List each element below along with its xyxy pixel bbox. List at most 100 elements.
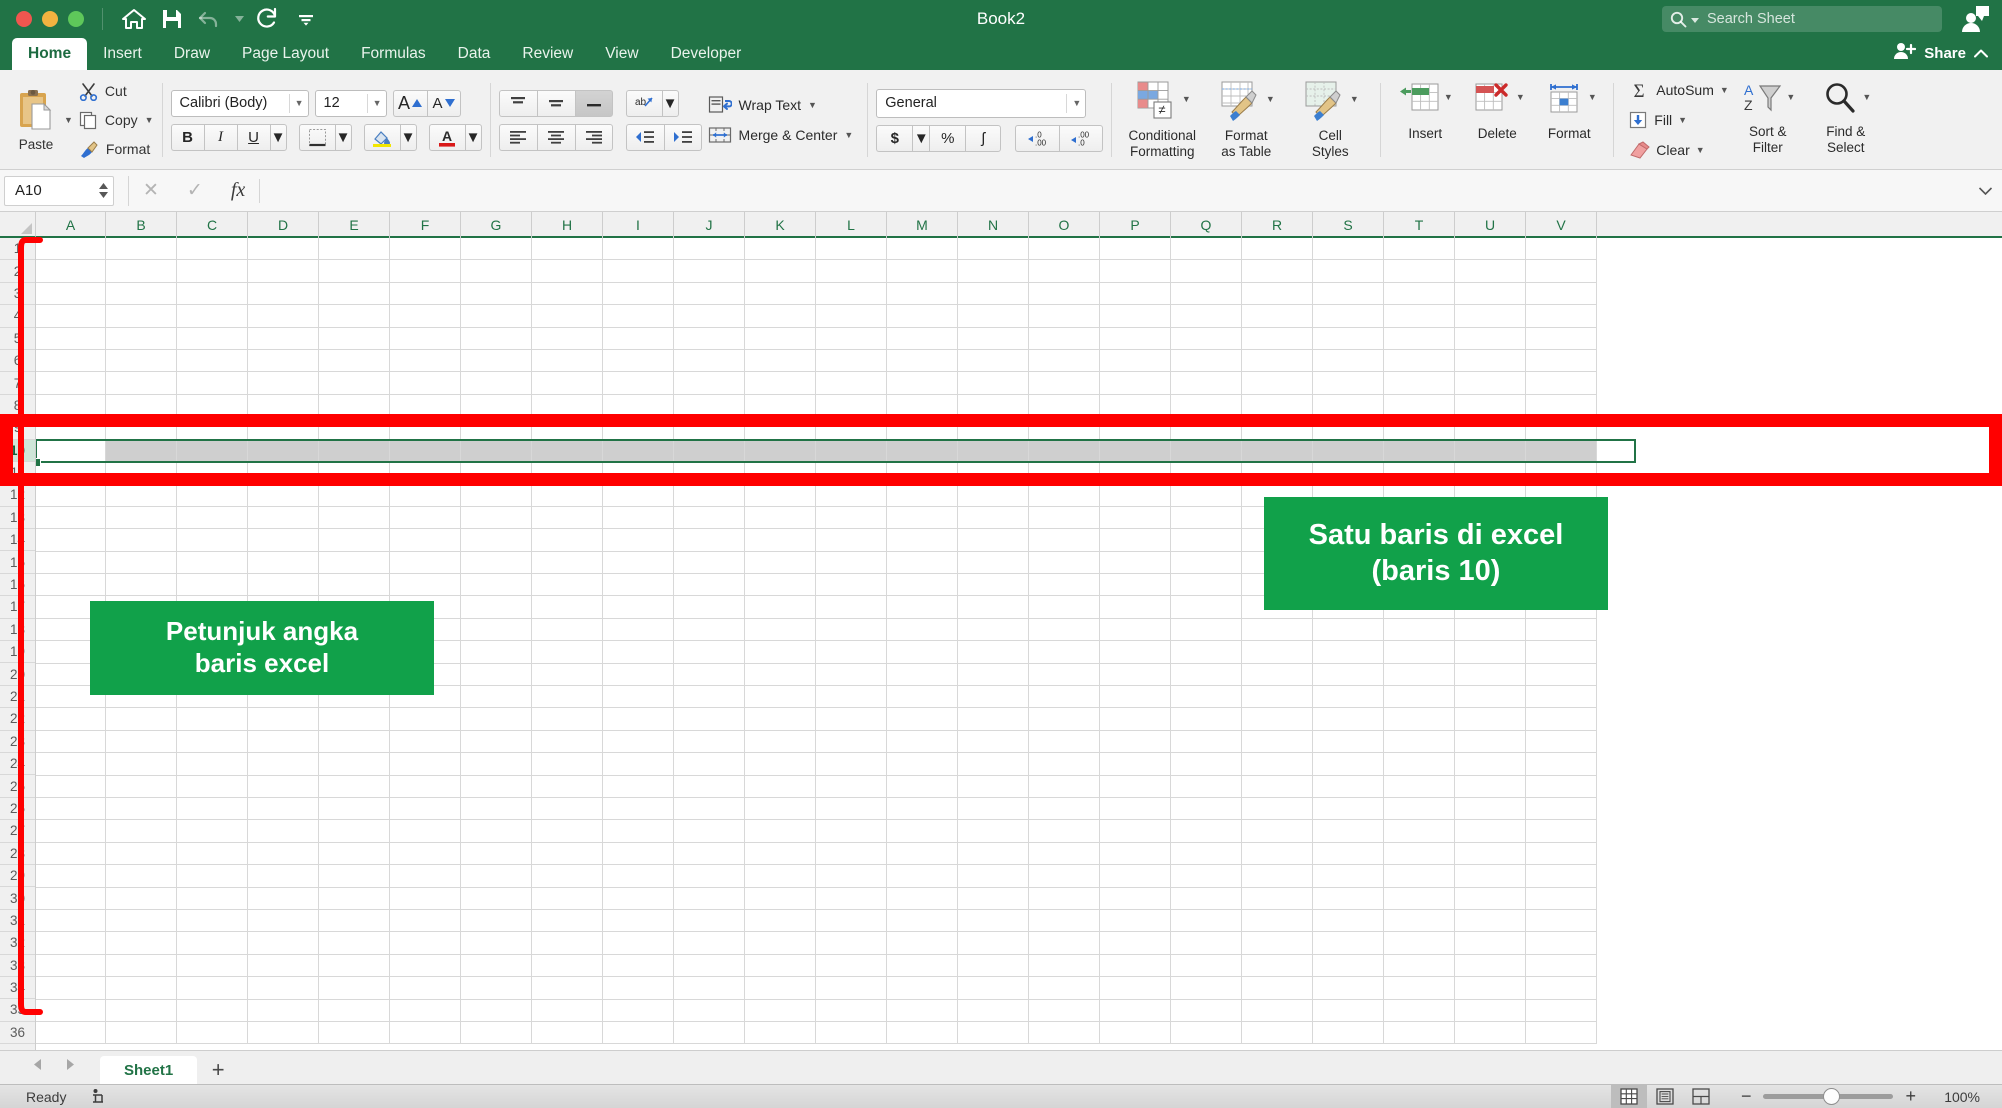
cell-E5[interactable] [319, 327, 390, 350]
cell-L30[interactable] [816, 887, 887, 910]
cell-L2[interactable] [816, 260, 887, 283]
cell-U8[interactable] [1455, 394, 1526, 418]
cell-L12[interactable] [816, 484, 887, 507]
cell-M33[interactable] [887, 954, 958, 978]
cell-K7[interactable] [745, 372, 816, 395]
cell-J5[interactable] [674, 327, 745, 350]
cell-D8[interactable] [248, 394, 319, 418]
cell-K36[interactable] [745, 1022, 816, 1045]
cell-I20[interactable] [603, 663, 674, 686]
wrap-text-button[interactable]: Wrap Text ▼ [708, 95, 854, 115]
cell-K9[interactable] [745, 417, 816, 440]
redo-icon[interactable] [251, 4, 285, 34]
cell-G23[interactable] [461, 730, 532, 754]
cell-F23[interactable] [390, 730, 461, 754]
cell-I36[interactable] [603, 1022, 674, 1045]
cell-O33[interactable] [1029, 954, 1100, 978]
cell-N30[interactable] [958, 887, 1029, 910]
cell-U25[interactable] [1455, 775, 1526, 798]
fill-button[interactable]: Fill ▼ [1628, 108, 1729, 132]
cell-M6[interactable] [887, 350, 958, 373]
cell-O3[interactable] [1029, 282, 1100, 306]
cell-L29[interactable] [816, 865, 887, 888]
cell-I8[interactable] [603, 394, 674, 418]
cell-U34[interactable] [1455, 977, 1526, 1000]
cell-E10[interactable] [319, 439, 390, 462]
cell-O14[interactable] [1029, 529, 1100, 552]
cell-H28[interactable] [532, 842, 603, 866]
cell-M27[interactable] [887, 820, 958, 843]
cell-O6[interactable] [1029, 350, 1100, 373]
cell-B12[interactable] [106, 484, 177, 507]
cell-T4[interactable] [1384, 305, 1455, 328]
cell-Q16[interactable] [1171, 574, 1242, 597]
cell-B30[interactable] [106, 887, 177, 910]
cell-M34[interactable] [887, 977, 958, 1000]
cell-D33[interactable] [248, 954, 319, 978]
row-header-24[interactable]: 24 [0, 753, 35, 776]
cell-I30[interactable] [603, 887, 674, 910]
cell-Q31[interactable] [1171, 910, 1242, 933]
cell-V29[interactable] [1526, 865, 1597, 888]
cell-E4[interactable] [319, 305, 390, 328]
cell-G9[interactable] [461, 417, 532, 440]
cell-Q1[interactable] [1171, 238, 1242, 261]
cell-F13[interactable] [390, 506, 461, 530]
cell-F35[interactable] [390, 999, 461, 1022]
row-header-35[interactable]: 35 [0, 999, 35, 1022]
cell-R26[interactable] [1242, 798, 1313, 821]
cell-D25[interactable] [248, 775, 319, 798]
row-header-31[interactable]: 31 [0, 910, 35, 933]
cell-J26[interactable] [674, 798, 745, 821]
cell-T29[interactable] [1384, 865, 1455, 888]
cell-I22[interactable] [603, 708, 674, 731]
cell-H30[interactable] [532, 887, 603, 910]
cell-C33[interactable] [177, 954, 248, 978]
cell-K11[interactable] [745, 462, 816, 485]
align-right-button[interactable] [574, 123, 613, 151]
cell-C22[interactable] [177, 708, 248, 731]
autosum-caret-icon[interactable]: ▼ [1720, 85, 1729, 95]
cell-T33[interactable] [1384, 954, 1455, 978]
cell-Q2[interactable] [1171, 260, 1242, 283]
cell-L3[interactable] [816, 282, 887, 306]
row-header-17[interactable]: 17 [0, 596, 35, 619]
cell-A8[interactable] [36, 394, 106, 418]
cell-A1[interactable] [36, 238, 106, 261]
cell-C35[interactable] [177, 999, 248, 1022]
cell-P15[interactable] [1100, 551, 1171, 574]
cell-Q33[interactable] [1171, 954, 1242, 978]
cell-H1[interactable] [532, 238, 603, 261]
cell-E25[interactable] [319, 775, 390, 798]
format-as-table-button[interactable]: ▼ Format as Table [1204, 72, 1288, 168]
cell-B7[interactable] [106, 372, 177, 395]
cell-D3[interactable] [248, 282, 319, 306]
cell-L11[interactable] [816, 462, 887, 485]
cell-J35[interactable] [674, 999, 745, 1022]
cell-P26[interactable] [1100, 798, 1171, 821]
column-header-L[interactable]: L [816, 212, 887, 238]
cell-T36[interactable] [1384, 1022, 1455, 1045]
cell-M29[interactable] [887, 865, 958, 888]
cell-H15[interactable] [532, 551, 603, 574]
cell-O34[interactable] [1029, 977, 1100, 1000]
cell-E28[interactable] [319, 842, 390, 866]
accessibility-icon[interactable] [66, 1088, 110, 1106]
cell-S25[interactable] [1313, 775, 1384, 798]
format-as-table-caret-icon[interactable]: ▼ [1266, 94, 1275, 104]
cell-N36[interactable] [958, 1022, 1029, 1045]
zoom-slider[interactable] [1763, 1088, 1894, 1105]
cell-A7[interactable] [36, 372, 106, 395]
cell-G1[interactable] [461, 238, 532, 261]
cell-H8[interactable] [532, 394, 603, 418]
tab-draw[interactable]: Draw [158, 38, 226, 70]
cell-S29[interactable] [1313, 865, 1384, 888]
cell-U6[interactable] [1455, 350, 1526, 373]
row-header-15[interactable]: 15 [0, 551, 35, 574]
row-header-1[interactable]: 1 [0, 238, 35, 261]
cell-L35[interactable] [816, 999, 887, 1022]
cell-R36[interactable] [1242, 1022, 1313, 1045]
cell-F6[interactable] [390, 350, 461, 373]
cell-I29[interactable] [603, 865, 674, 888]
underline-button[interactable]: U [236, 123, 270, 151]
